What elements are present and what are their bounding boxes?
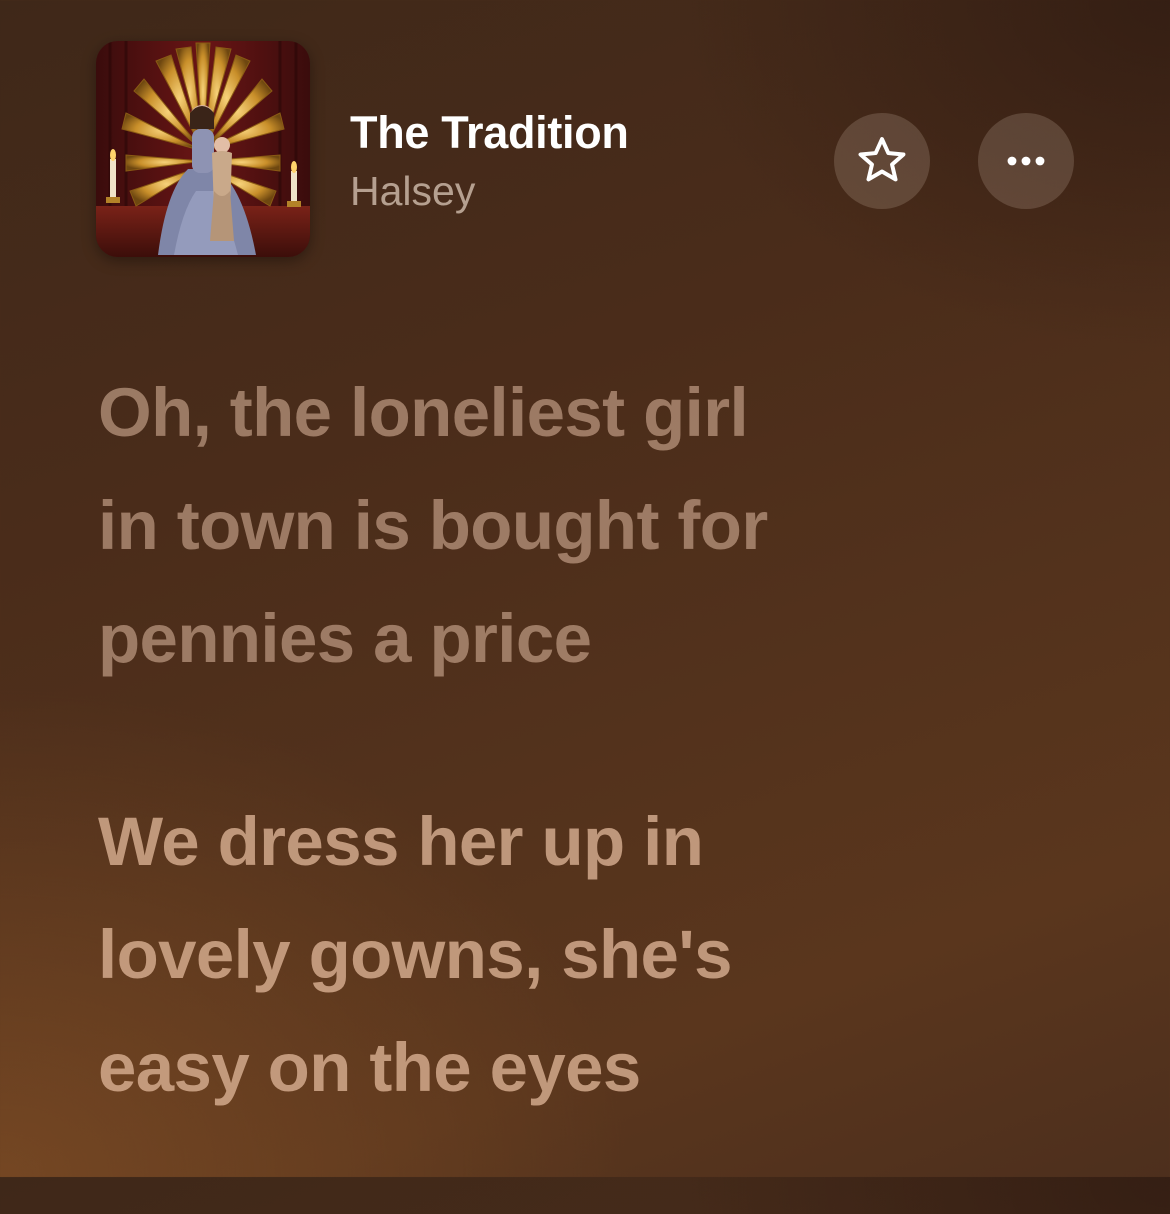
track-artist[interactable]: Halsey — [350, 167, 475, 215]
track-title[interactable]: The Tradition — [350, 107, 629, 159]
lyric-verse[interactable]: Oh, the loneliest girl in town is bought… — [98, 356, 1138, 695]
lyric-line: easy on the eyes — [98, 1029, 641, 1106]
lyrics-view[interactable]: Oh, the loneliest girl in town is bought… — [98, 356, 1138, 1214]
album-art[interactable] — [96, 41, 310, 257]
lyric-verse[interactable]: We dress her up in lovely gowns, she's e… — [98, 785, 1138, 1124]
more-options-button[interactable] — [978, 113, 1074, 209]
lyric-line: in town is bought for — [98, 487, 768, 564]
lyric-line: Oh, the loneliest girl — [98, 374, 749, 451]
star-outline-icon — [858, 137, 906, 182]
favorite-button[interactable] — [834, 113, 930, 209]
album-cover-image — [96, 41, 310, 257]
ellipsis-icon — [1007, 156, 1045, 166]
lyric-line: We dress her up in — [98, 803, 704, 880]
lyric-line: lovely gowns, she's — [98, 916, 733, 993]
now-playing-header: The Tradition Halsey — [96, 41, 1076, 257]
lyric-line: pennies a price — [98, 600, 592, 677]
